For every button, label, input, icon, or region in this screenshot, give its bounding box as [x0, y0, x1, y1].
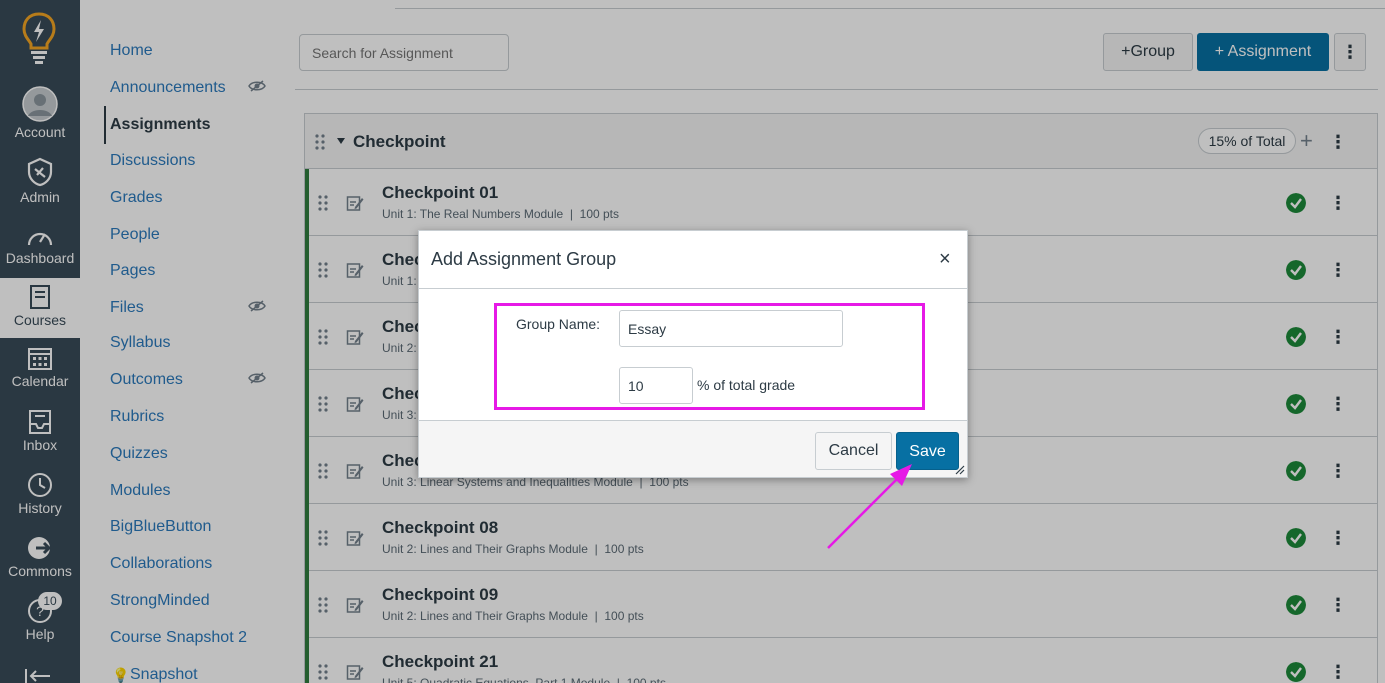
annotation-arrow-icon [827, 464, 912, 549]
add-assignment-group-dialog: Add Assignment Group × Group Name: % of … [418, 230, 968, 478]
highlight-box [494, 303, 925, 410]
resize-handle-icon[interactable] [955, 465, 965, 475]
close-icon[interactable]: × [939, 249, 951, 269]
dialog-title: Add Assignment Group [431, 249, 617, 269]
dialog-divider [419, 288, 967, 289]
